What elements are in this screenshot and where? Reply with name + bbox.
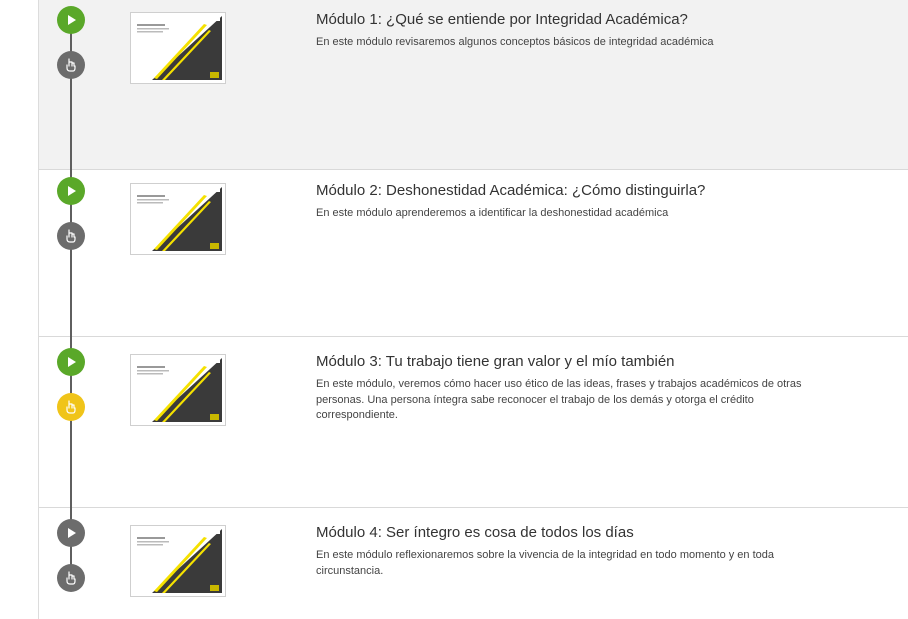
module-2-activity-button[interactable] xyxy=(57,222,85,250)
module-cover-image xyxy=(134,358,222,422)
module-2-description: En este módulo aprenderemos a identifica… xyxy=(316,207,669,219)
timeline-connector xyxy=(70,20,72,580)
module-1-description: En este módulo revisaremos algunos conce… xyxy=(316,36,714,48)
touch-hand-icon xyxy=(66,400,76,414)
play-icon xyxy=(68,15,76,25)
touch-hand-icon xyxy=(66,571,76,585)
module-1-thumbnail[interactable] xyxy=(130,12,226,84)
play-icon xyxy=(68,528,76,538)
module-1-play-button[interactable] xyxy=(57,6,85,34)
play-icon xyxy=(68,186,76,196)
module-4-title[interactable]: Módulo 4: Ser íntegro es cosa de todos l… xyxy=(316,524,634,541)
module-3-activity-button[interactable] xyxy=(57,393,85,421)
module-2-play-button[interactable] xyxy=(57,177,85,205)
module-2-thumbnail[interactable] xyxy=(130,183,226,255)
touch-hand-icon xyxy=(66,229,76,243)
module-3-title[interactable]: Módulo 3: Tu trabajo tiene gran valor y … xyxy=(316,353,675,370)
module-cover-image xyxy=(134,16,222,80)
module-cover-image xyxy=(134,529,222,593)
module-3-play-button[interactable] xyxy=(57,348,85,376)
module-cover-image xyxy=(134,187,222,251)
module-4-description: En este módulo reflexionaremos sobre la … xyxy=(316,549,774,577)
module-4-activity-button[interactable] xyxy=(57,564,85,592)
module-3-thumbnail[interactable] xyxy=(130,354,226,426)
module-4-play-button[interactable] xyxy=(57,519,85,547)
module-4-thumbnail[interactable] xyxy=(130,525,226,597)
play-icon xyxy=(68,357,76,367)
module-1-activity-button[interactable] xyxy=(57,51,85,79)
module-2-title[interactable]: Módulo 2: Deshonestidad Académica: ¿Cómo… xyxy=(316,182,705,199)
module-3-description: En este módulo, veremos cómo hacer uso é… xyxy=(316,378,802,421)
touch-hand-icon xyxy=(66,58,76,72)
module-1-title[interactable]: Módulo 1: ¿Qué se entiende por Integrida… xyxy=(316,11,688,28)
